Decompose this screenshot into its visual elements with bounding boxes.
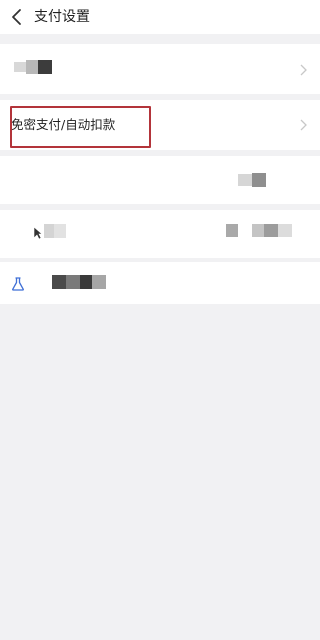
pixelated-text — [26, 60, 38, 74]
empty-area — [0, 304, 320, 640]
pixelated-text — [14, 62, 26, 72]
pixelated-text — [264, 224, 278, 237]
pixelated-text — [278, 224, 292, 237]
settings-row-4[interactable] — [0, 210, 320, 258]
chevron-right-icon — [300, 119, 307, 131]
settings-row-3[interactable] — [0, 156, 320, 204]
pixelated-text — [238, 174, 252, 186]
settings-row-5[interactable] — [0, 262, 320, 304]
flask-icon — [12, 277, 24, 291]
back-arrow-icon[interactable] — [8, 7, 28, 27]
pixelated-text — [66, 275, 80, 289]
pixelated-text — [80, 275, 92, 289]
pixelated-text — [252, 173, 266, 187]
highlight-box — [10, 106, 151, 148]
top-bar: 支付设置 — [0, 0, 320, 34]
pixelated-text — [54, 224, 66, 238]
settings-row-1[interactable] — [0, 44, 320, 94]
page-title: 支付设置 — [34, 9, 90, 25]
pixelated-text — [92, 275, 106, 289]
pixelated-text — [226, 224, 238, 237]
cursor-icon — [33, 226, 43, 240]
pixelated-text — [52, 275, 66, 289]
pixelated-text — [44, 224, 54, 238]
pixelated-text — [38, 60, 52, 74]
chevron-right-icon — [300, 64, 307, 76]
pixelated-text — [252, 224, 264, 237]
